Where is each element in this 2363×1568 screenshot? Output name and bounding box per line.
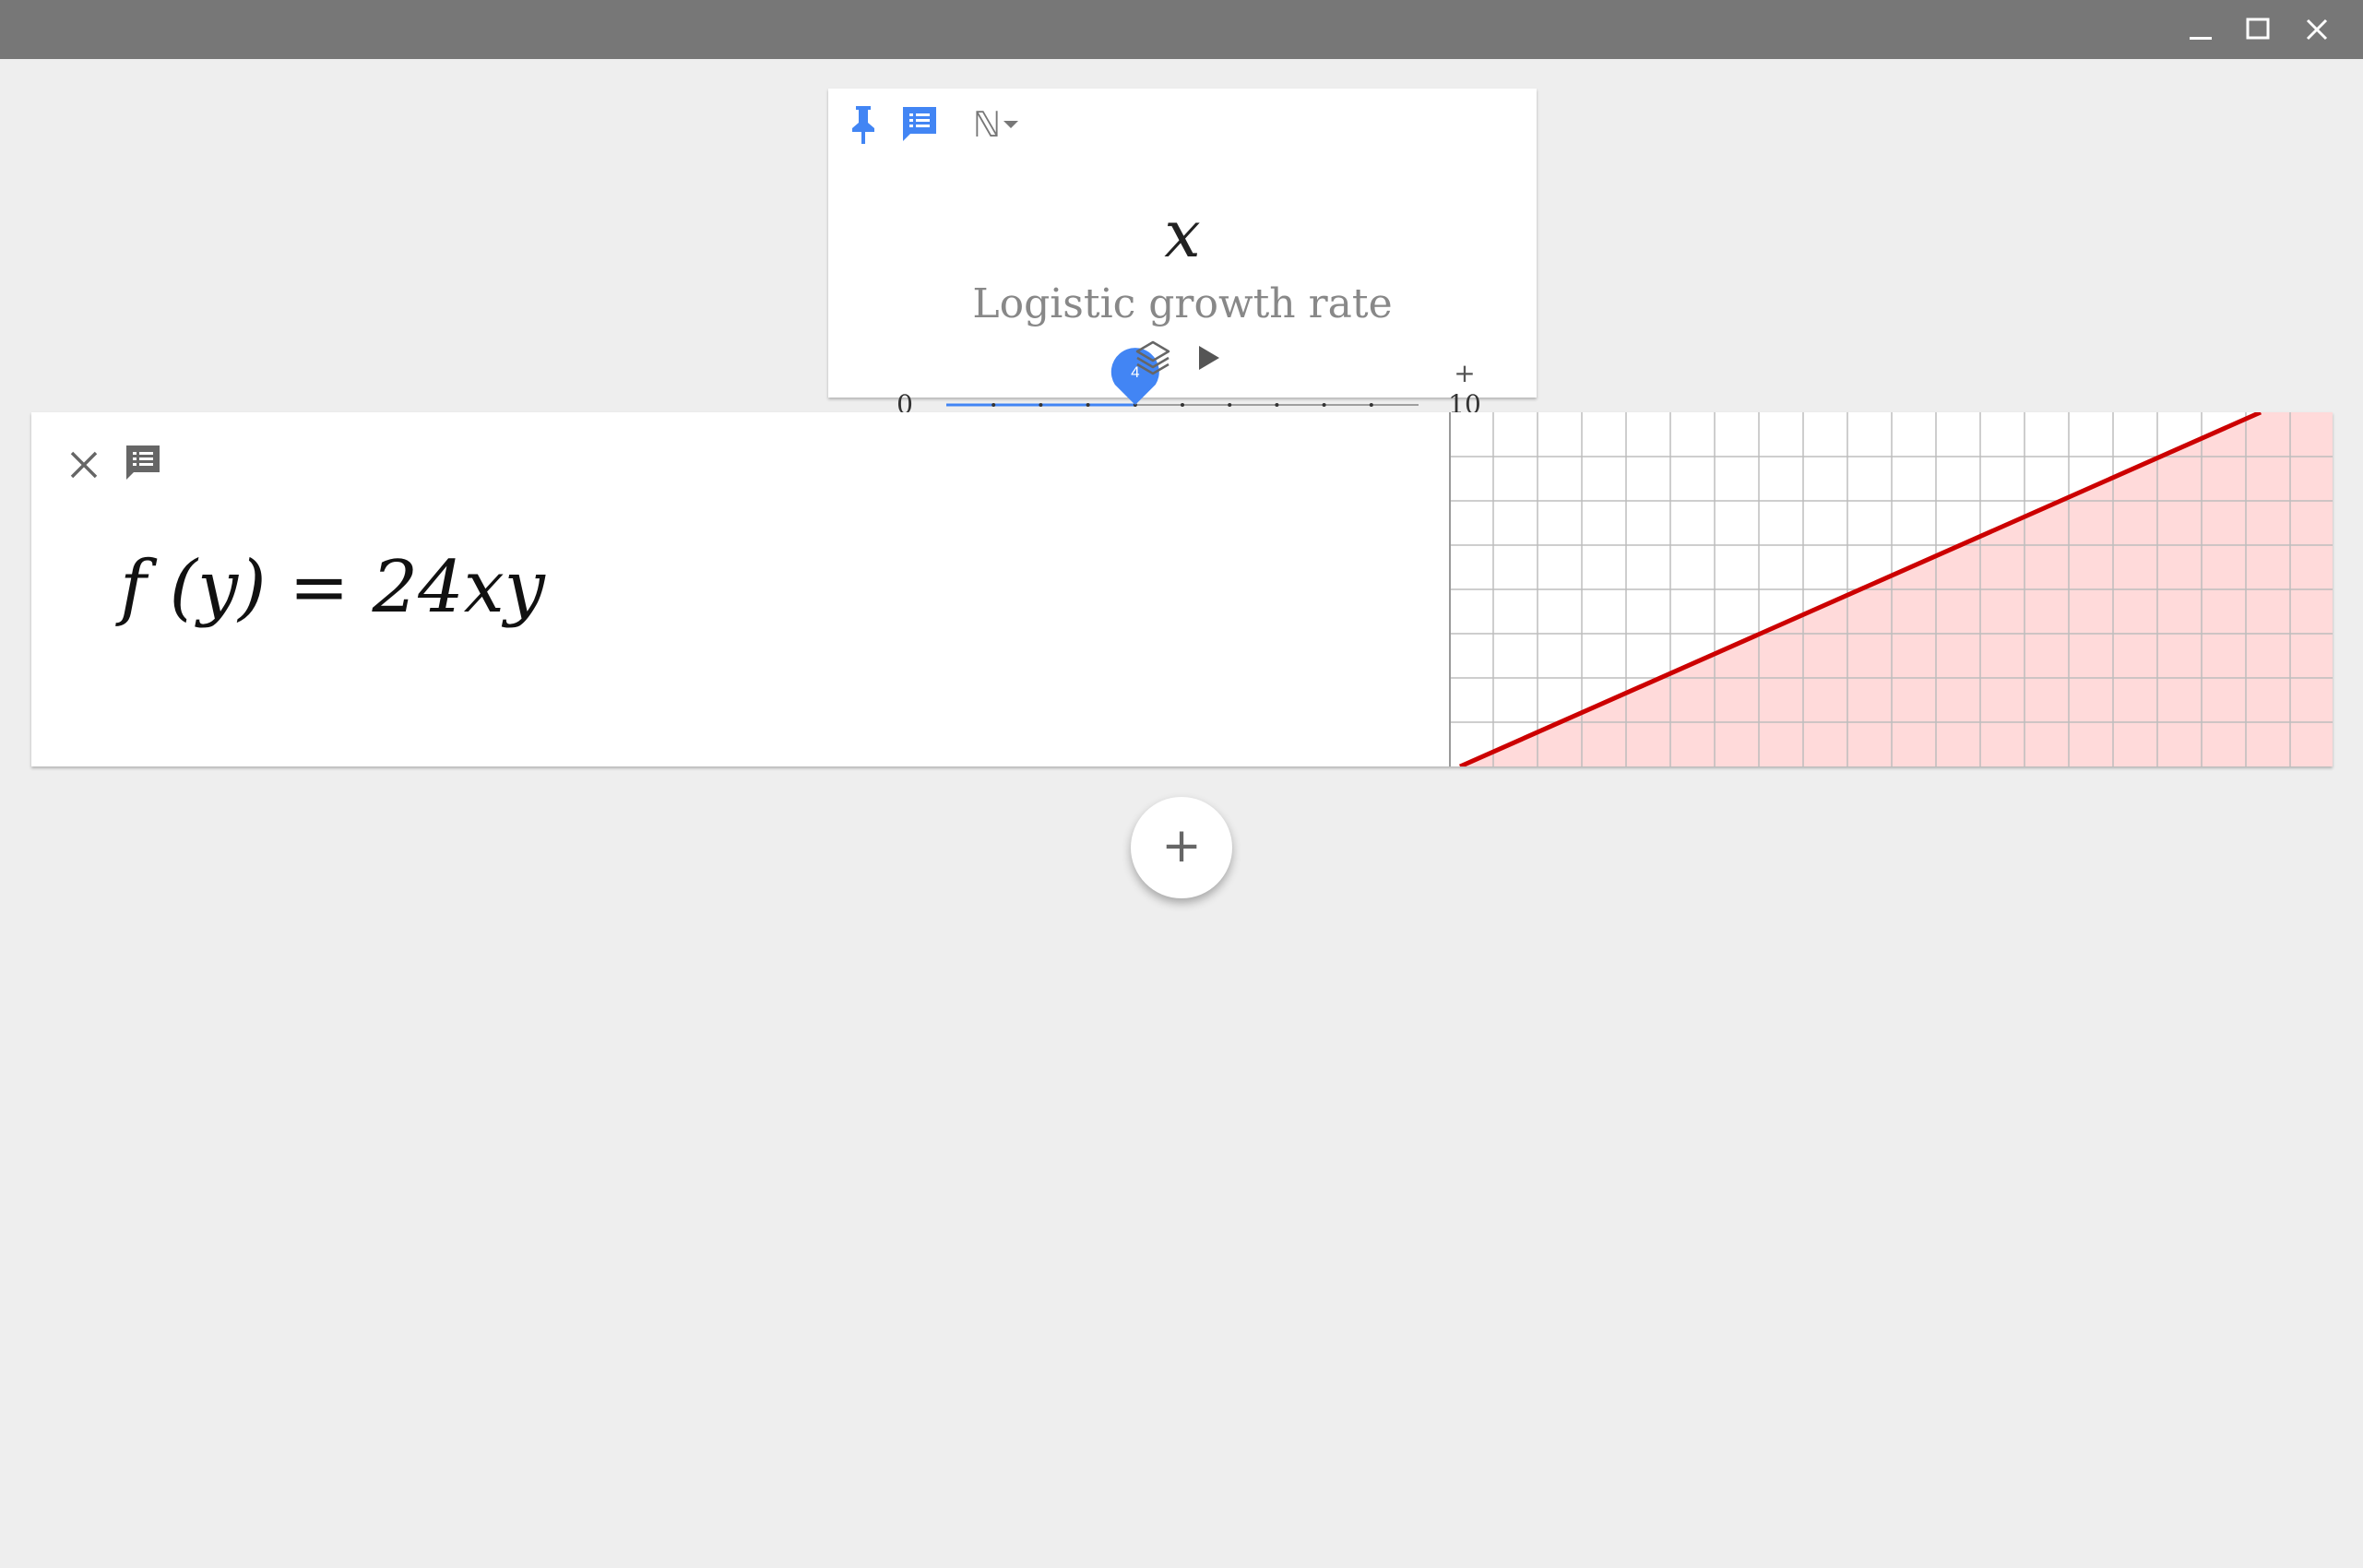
slider-increase-button[interactable]: + <box>1444 360 1485 387</box>
comment-icon[interactable] <box>898 103 941 146</box>
add-button-label: + <box>1161 818 1202 873</box>
number-set-label: ℕ <box>972 104 1002 145</box>
maximize-icon[interactable] <box>2239 11 2276 48</box>
slider-tick <box>1322 403 1326 407</box>
play-icon[interactable] <box>1192 341 1225 374</box>
close-icon[interactable] <box>61 442 107 488</box>
expression-card: f (y) = 24xy <box>31 412 2333 766</box>
close-icon[interactable] <box>2298 11 2335 48</box>
slider-tick <box>992 403 996 407</box>
comment-icon[interactable] <box>120 440 166 486</box>
slider-tick <box>1181 403 1184 407</box>
slider-card: ℕ x Logistic growth rate 0 4 + 10 − <box>828 89 1537 444</box>
expression-formula[interactable]: f (y) = 24xy <box>120 541 545 634</box>
slider-tick <box>1275 403 1279 407</box>
number-set-dropdown[interactable]: ℕ <box>965 103 1027 146</box>
chevron-down-icon <box>1003 121 1019 128</box>
expression-graph[interactable] <box>1449 412 2333 766</box>
window-titlebar <box>0 0 2363 59</box>
slider-tick <box>1369 403 1373 407</box>
minimize-icon[interactable] <box>2182 11 2219 48</box>
layers-icon[interactable] <box>1133 338 1173 378</box>
slider-tick <box>1086 403 1090 407</box>
add-button[interactable]: + <box>1131 797 1232 898</box>
slider-tick <box>1228 403 1232 407</box>
pin-icon[interactable] <box>845 103 882 146</box>
slider-tick <box>1039 403 1043 407</box>
